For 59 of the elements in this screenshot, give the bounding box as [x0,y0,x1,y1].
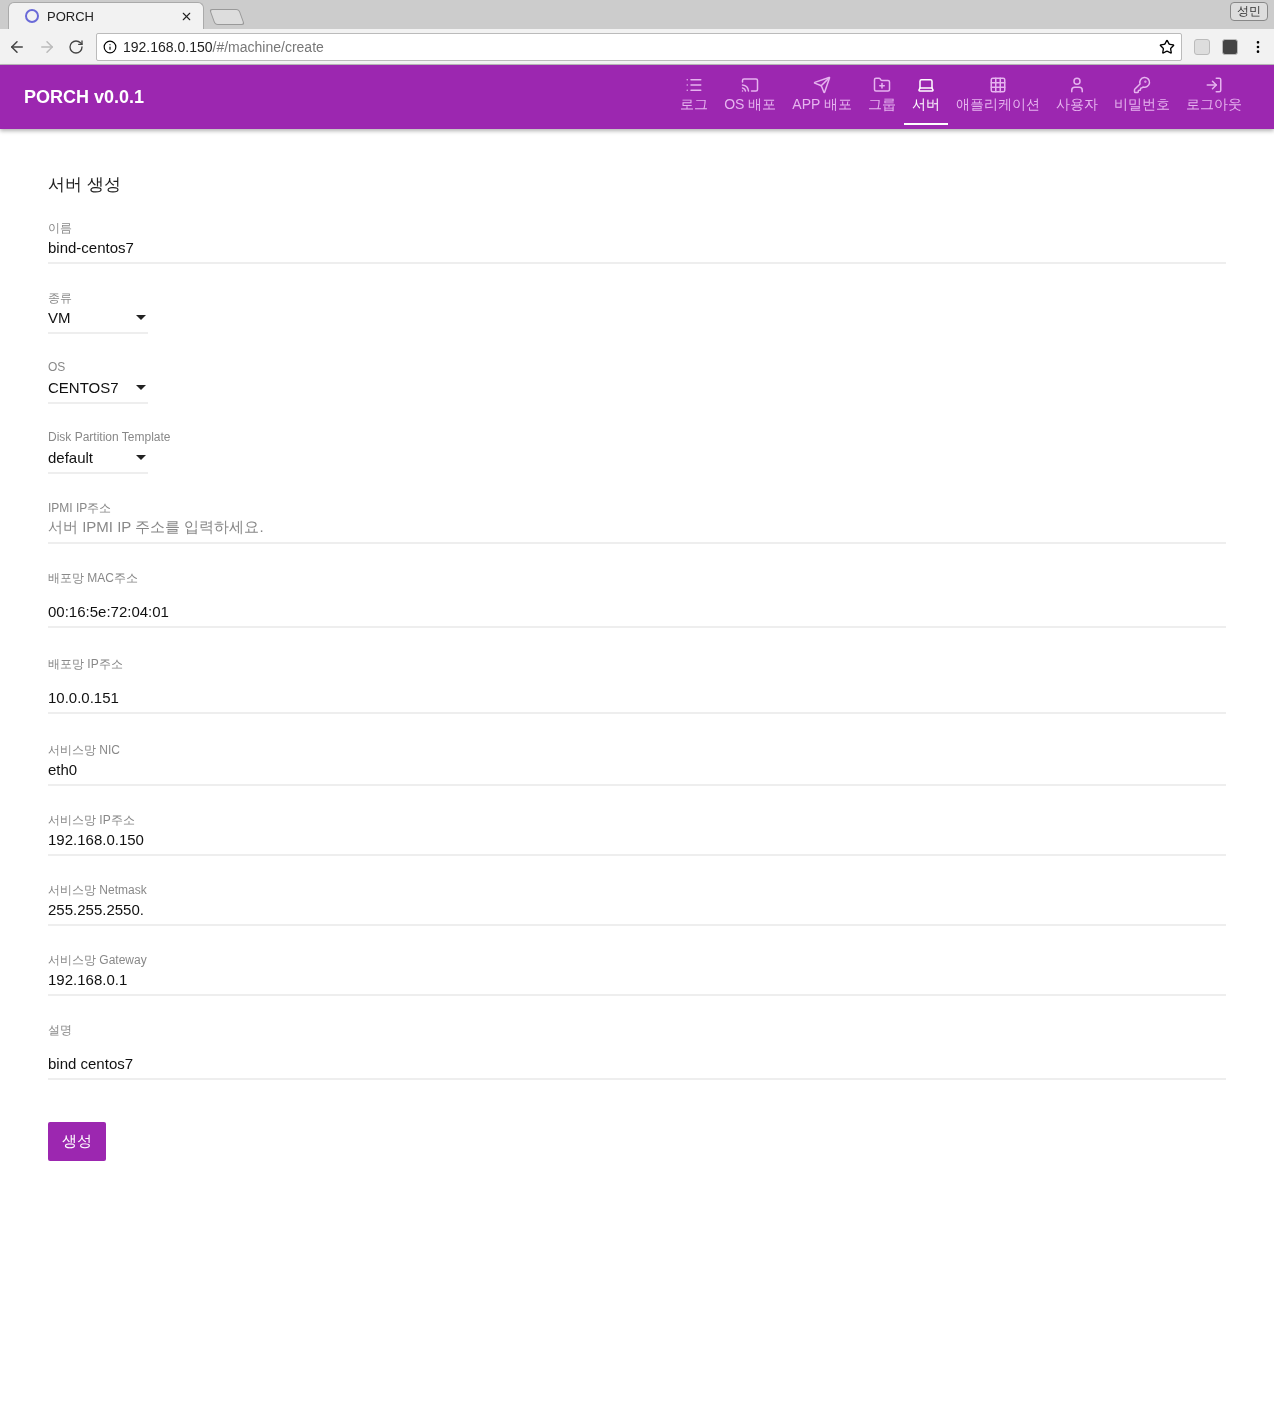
input-field[interactable]: eth0 [48,758,1226,786]
info-icon [103,39,117,54]
select-field[interactable]: VM [48,306,148,334]
nav-tab[interactable]: 그룹 [860,65,904,125]
field-label: 배포망 MAC주소 [48,570,138,587]
input-field[interactable]: 192.168.0.150 [48,828,1226,856]
field-label: 서비스망 NIC [48,742,120,758]
user-icon [1068,76,1086,94]
app-title: PORCH v0.0.1 [24,86,146,108]
profile-button[interactable]: 성민 [1230,2,1268,21]
input-field[interactable]: 00:16:5e:72:04:01 [48,600,1226,628]
form-title: 서버 생성 [48,174,122,196]
url-host: 192.168.0.150 [123,38,213,55]
field-label: OS [48,360,66,376]
nav-tab[interactable]: 비밀번호 [1106,65,1178,125]
field-label: 종류 [48,290,72,306]
address-bar[interactable]: 192.168.0.150/#/machine/create [96,32,1182,61]
send-icon [813,76,832,94]
input-field[interactable]: 255.255.2550. [48,898,1226,926]
input-field[interactable]: 192.168.0.1 [48,968,1226,996]
create-button[interactable]: 생성 [48,1122,106,1161]
browser-tab[interactable]: PORCH [8,2,204,29]
laptop-icon [917,76,935,94]
select-field[interactable]: default [48,446,148,474]
nav-tab[interactable]: 애플리케이션 [948,65,1048,125]
logout-icon [1205,76,1223,94]
dropdown-icon [136,314,146,320]
field-label: 서비스망 Netmask [48,882,147,898]
field-label: 이름 [48,220,72,236]
cast-icon [741,76,760,94]
input-field[interactable]: bind-centos7 [48,236,1226,264]
field-label: 설명 [48,1022,72,1039]
field-label: 서비스망 Gateway [48,952,147,968]
url-path: /#/machine/create [212,38,325,55]
list-icon [685,76,704,94]
dropdown-icon [136,384,146,390]
field-label: IPMI IP주소 [48,500,112,516]
key-icon [1133,76,1151,94]
favicon-icon [25,9,39,23]
field-label: 배포망 IP주소 [48,656,123,673]
nav-tab[interactable]: 로그 [672,65,717,125]
select-field[interactable]: CENTOS7 [48,376,148,404]
reload-icon[interactable] [68,38,84,55]
tab-title: PORCH [47,8,95,24]
nav-tab[interactable]: 로그아웃 [1178,65,1250,125]
dropdown-icon [136,454,146,460]
extension-icon[interactable] [1222,38,1238,55]
nav-tab[interactable]: 서버 [904,65,948,125]
input-field[interactable]: 10.0.0.151 [48,686,1226,714]
field-label: 서비스망 IP주소 [48,812,135,828]
grid-icon [989,76,1007,94]
folder-plus-icon [873,76,891,94]
nav-tab[interactable]: 사용자 [1048,65,1106,125]
nav-tab[interactable]: OS 배포 [716,65,785,125]
field-label: Disk Partition Template [48,430,171,446]
star-icon[interactable] [1159,38,1175,55]
input-field[interactable]: bind centos7 [48,1052,1226,1080]
input-field[interactable]: 서버 IPMI IP 주소를 입력하세요. [48,516,1226,544]
nav-tab[interactable]: APP 배포 [784,65,860,125]
